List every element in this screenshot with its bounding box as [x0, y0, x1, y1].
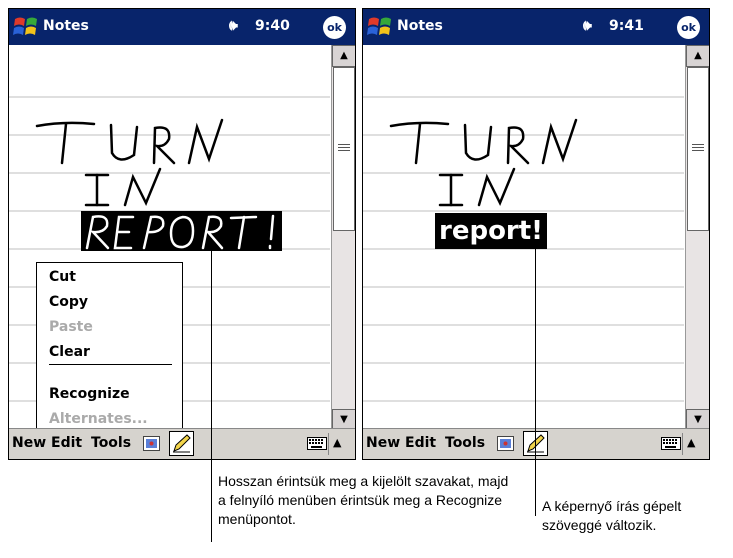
menu-tools[interactable]: Tools: [91, 435, 131, 451]
clock-time[interactable]: 9:40: [255, 18, 290, 34]
menu-item-paste: Paste: [49, 319, 93, 335]
sip-divider: [682, 433, 683, 455]
grip-icon: [338, 144, 350, 153]
selected-ink-report[interactable]: [81, 211, 282, 251]
title-bar: Notes 🕪 9:40 ok: [9, 9, 355, 45]
callout-line-converted: [535, 246, 536, 516]
ok-button[interactable]: ok: [323, 16, 346, 39]
menu-bar: New Edit Tools ▲: [9, 428, 355, 459]
speaker-icon[interactable]: 🕪: [583, 18, 592, 34]
pen-icon[interactable]: [169, 431, 194, 456]
sip-divider: [328, 433, 329, 455]
menu-item-copy[interactable]: Copy: [49, 294, 88, 310]
menu-edit[interactable]: Edit: [51, 435, 82, 451]
windows-start-icon[interactable]: [366, 14, 394, 40]
menu-item-recognize[interactable]: Recognize: [49, 386, 130, 402]
menu-item-alternates: Alternates...: [49, 411, 148, 427]
menu-new[interactable]: New: [366, 435, 400, 451]
callout-line-recognize: [211, 246, 212, 542]
scroll-up-icon[interactable]: ▲: [332, 45, 355, 67]
menu-separator: [49, 364, 172, 365]
menu-item-cut[interactable]: Cut: [49, 269, 76, 285]
menu-new[interactable]: New: [12, 435, 46, 451]
title-bar: Notes 🕪 9:41 ok: [363, 9, 709, 45]
scroll-thumb[interactable]: [333, 67, 355, 231]
clock-time[interactable]: 9:41: [609, 18, 644, 34]
keyboard-icon[interactable]: [307, 437, 327, 450]
callout-text-converted: A képernyő írás gépelt szöveggé változik…: [542, 498, 682, 533]
app-title: Notes: [43, 18, 89, 34]
context-menu: Cut Copy Paste Clear Recognize Alternate…: [36, 262, 183, 436]
vertical-scrollbar[interactable]: ▲ ▼: [685, 45, 709, 431]
ink-report: [85, 214, 275, 250]
windows-start-icon[interactable]: [12, 14, 40, 40]
note-canvas[interactable]: report!: [363, 45, 684, 431]
grip-icon: [692, 144, 704, 153]
menu-tools[interactable]: Tools: [445, 435, 485, 451]
vertical-scrollbar[interactable]: ▲ ▼: [331, 45, 355, 431]
keyboard-icon[interactable]: [661, 437, 681, 450]
menu-item-clear[interactable]: Clear: [49, 344, 90, 360]
sip-arrow-icon[interactable]: ▲: [333, 436, 341, 449]
recording-icon[interactable]: [143, 436, 160, 451]
scroll-thumb[interactable]: [687, 67, 709, 231]
app-title: Notes: [397, 18, 443, 34]
sip-arrow-icon[interactable]: ▲: [687, 436, 695, 449]
callout-text-recognize: Hosszan érintsük meg a kijelölt szavakat…: [218, 473, 509, 527]
notes-screen-before: Notes 🕪 9:40 ok ▲ ▼ Cut Copy Paste Clear…: [8, 8, 356, 460]
speaker-icon[interactable]: 🕪: [229, 18, 238, 34]
ok-button[interactable]: ok: [677, 16, 700, 39]
notes-screen-after: Notes 🕪 9:41 ok report! ▲ ▼ New Edit Too…: [362, 8, 710, 460]
recording-icon[interactable]: [497, 436, 514, 451]
menu-edit[interactable]: Edit: [405, 435, 436, 451]
scroll-up-icon[interactable]: ▲: [686, 45, 709, 67]
menu-bar: New Edit Tools ▲: [363, 428, 709, 459]
typed-text-report[interactable]: report!: [435, 213, 548, 249]
